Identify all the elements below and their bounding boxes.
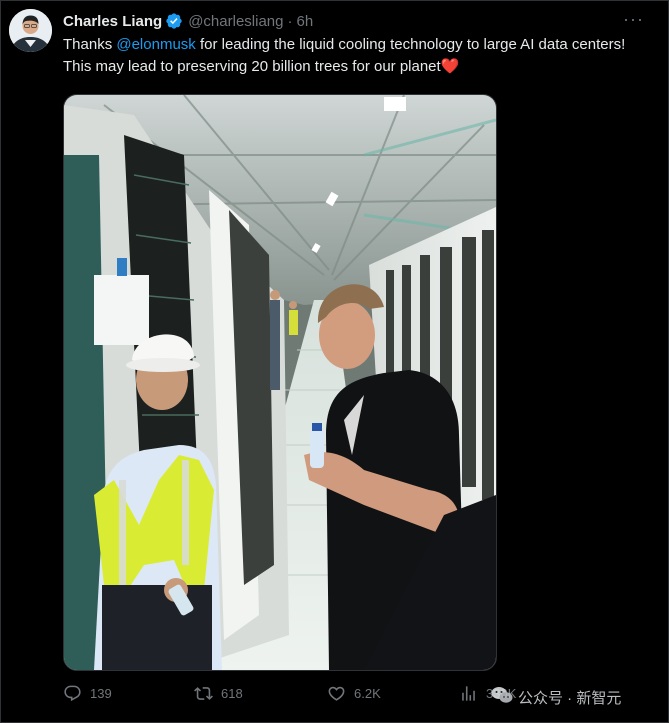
tweet-card[interactable]: Charles Liang @charlesliang · 6h ··· Tha… — [0, 0, 669, 723]
watermark-text: 公众号 · 新智元 — [518, 689, 622, 707]
author-handle[interactable]: @charlesliang — [188, 13, 283, 30]
wechat-icon — [491, 686, 513, 708]
reply-button[interactable]: 139 — [63, 677, 112, 709]
heart-icon — [327, 684, 346, 703]
watermark: 公众号 · 新智元 — [491, 685, 621, 709]
heart-emoji: ❤️ — [440, 58, 460, 75]
mention-link[interactable]: @elonmusk — [116, 36, 195, 53]
repost-button[interactable]: 618 — [194, 677, 243, 709]
tweet-text-before: Thanks — [63, 36, 117, 53]
reply-count: 139 — [90, 685, 112, 701]
portrait-avatar-icon — [9, 9, 52, 52]
more-options-icon[interactable]: ··· — [623, 9, 644, 30]
views-icon — [459, 684, 478, 703]
like-count: 6.2K — [354, 685, 381, 701]
tweet-photo[interactable] — [63, 94, 497, 671]
verified-badge-icon — [165, 12, 183, 30]
reply-icon — [63, 684, 82, 703]
like-button[interactable]: 6.2K — [327, 677, 381, 709]
tweet-timestamp[interactable]: 6h — [296, 13, 313, 30]
author-avatar[interactable] — [9, 9, 52, 52]
tweet-header: Charles Liang @charlesliang · 6h — [63, 10, 313, 32]
repost-icon — [194, 684, 213, 703]
author-name[interactable]: Charles Liang — [63, 13, 162, 30]
separator-dot: · — [287, 12, 293, 30]
repost-count: 618 — [221, 685, 243, 701]
data-center-photo-icon — [64, 95, 496, 670]
tweet-text: Thanks @elonmusk for leading the liquid … — [63, 34, 653, 78]
